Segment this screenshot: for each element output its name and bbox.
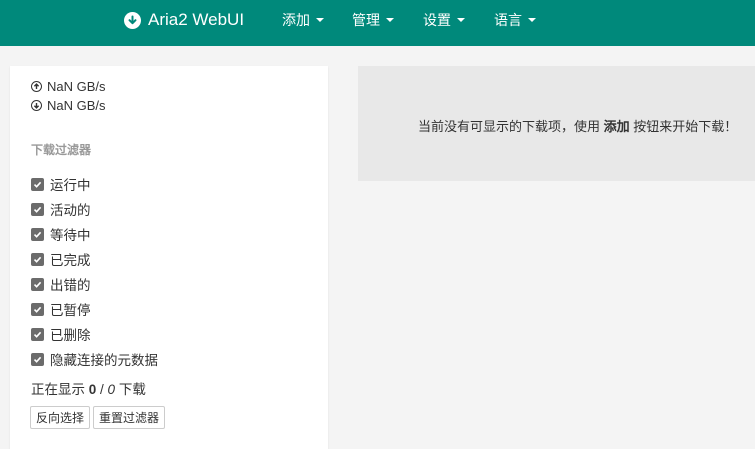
filter-error[interactable]: 出错的 <box>31 274 91 294</box>
brand[interactable]: Aria2 WebUI <box>124 0 244 40</box>
checkbox-checked-icon[interactable] <box>31 277 44 291</box>
filter-waiting[interactable]: 等待中 <box>31 224 91 244</box>
showing-suffix: 下载 <box>118 382 146 397</box>
checkbox-checked-icon[interactable] <box>31 177 44 191</box>
filter-label: 运行中 <box>50 178 91 193</box>
top-navbar: Aria2 WebUI 添加 管理 设置 语言 <box>0 0 755 46</box>
empty-message-action: 添加 <box>603 119 630 134</box>
reset-filters-button[interactable]: 重置过滤器 <box>93 406 165 429</box>
caret-down-icon <box>316 18 324 22</box>
download-speed-value: NaN GB/s <box>47 98 106 113</box>
empty-message: 当前没有可显示的下载项，使用 添加 按钮来开始下载！ <box>418 116 737 135</box>
filter-active[interactable]: 活动的 <box>31 199 91 219</box>
invert-selection-button[interactable]: 反向选择 <box>30 406 90 429</box>
download-list-empty-panel: 当前没有可显示的下载项，使用 添加 按钮来开始下载！ <box>358 66 755 181</box>
filter-label: 隐藏连接的元数据 <box>50 353 158 368</box>
filter-label: 已完成 <box>50 253 91 268</box>
showing-count: 正在显示 0 / 0 下载 <box>31 378 146 398</box>
empty-message-suffix: 按钮来开始下载！ <box>633 119 738 134</box>
filter-hide-metadata[interactable]: 隐藏连接的元数据 <box>31 349 158 369</box>
arrow-up-circle-icon <box>31 81 42 92</box>
filter-label: 出错的 <box>50 278 91 293</box>
nav-menu-language[interactable]: 语言 <box>494 0 536 40</box>
download-speed: NaN GB/s <box>31 98 106 113</box>
nav-menu-manage[interactable]: 管理 <box>352 0 394 40</box>
checkbox-checked-icon[interactable] <box>31 327 44 341</box>
checkbox-checked-icon[interactable] <box>31 202 44 216</box>
filter-completed[interactable]: 已完成 <box>31 249 91 269</box>
checkbox-checked-icon[interactable] <box>31 352 44 366</box>
upload-speed: NaN GB/s <box>31 79 106 94</box>
caret-down-icon <box>386 18 394 22</box>
app-title: Aria2 WebUI <box>148 10 245 29</box>
showing-prefix: 正在显示 <box>31 382 85 397</box>
filter-label: 活动的 <box>50 203 91 218</box>
arrow-down-circle-icon <box>31 100 42 111</box>
filter-label: 等待中 <box>50 228 91 243</box>
nav-menu-label: 添加 <box>282 12 310 28</box>
filter-removed[interactable]: 已删除 <box>31 324 91 344</box>
caret-down-icon <box>528 18 536 22</box>
download-circle-icon <box>124 11 141 29</box>
filter-label: 已暂停 <box>50 303 91 318</box>
empty-message-prefix: 当前没有可显示的下载项，使用 <box>418 119 601 134</box>
upload-speed-value: NaN GB/s <box>47 79 106 94</box>
checkbox-checked-icon[interactable] <box>31 252 44 266</box>
showing-total-value: 0 <box>107 382 116 397</box>
checkbox-checked-icon[interactable] <box>31 302 44 316</box>
filter-sidebar: NaN GB/s NaN GB/s 下载过滤器 运行中 活动的 等待中 已完成 <box>10 66 328 449</box>
nav-menu-label: 语言 <box>494 12 522 28</box>
filter-heading: 下载过滤器 <box>31 143 92 157</box>
filter-running[interactable]: 运行中 <box>31 174 91 194</box>
nav-menu-add[interactable]: 添加 <box>282 0 324 40</box>
nav-menu-label: 设置 <box>423 12 451 28</box>
nav-menu-label: 管理 <box>352 12 380 28</box>
caret-down-icon <box>457 18 465 22</box>
filter-paused[interactable]: 已暂停 <box>31 299 91 319</box>
checkbox-checked-icon[interactable] <box>31 227 44 241</box>
showing-separator: / <box>96 382 108 397</box>
filter-label: 已删除 <box>50 328 91 343</box>
nav-menu-settings[interactable]: 设置 <box>423 0 465 40</box>
